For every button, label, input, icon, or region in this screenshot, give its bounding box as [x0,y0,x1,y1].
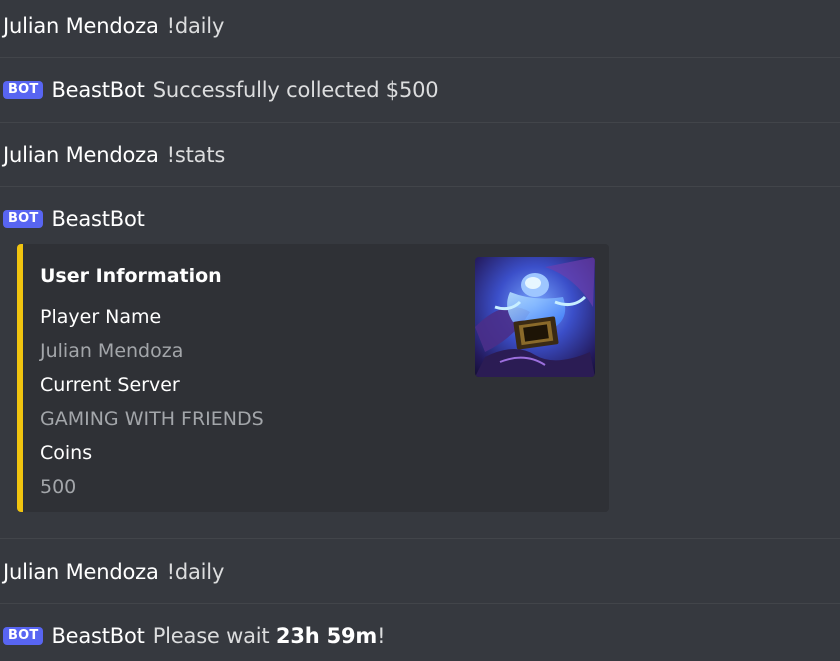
field-value-coins: 500 [40,476,77,498]
message-text: !stats [166,143,226,167]
bot-badge: BOT [3,627,44,645]
author-name[interactable]: Julian Mendoza [3,14,159,38]
author-name[interactable]: Julian Mendoza [3,143,159,167]
message-divider [0,186,840,187]
message-text: Please wait 23h 59m! [153,624,386,648]
author-name[interactable]: Julian Mendoza [3,560,159,584]
stats-embed: User Information Player Name Julian Mend… [17,244,609,512]
message-row: Julian Mendoza !daily [0,8,840,44]
embed-thumbnail[interactable] [475,257,595,377]
message-text: !daily [166,14,225,38]
message-row: Julian Mendoza !stats [0,137,840,173]
message-row: BOT BeastBot Successfully collected $500 [0,72,840,108]
embed-title: User Information [40,265,222,287]
fantasy-character-artwork-icon [475,257,595,377]
author-name[interactable]: BeastBot [51,624,144,648]
bot-badge: BOT [3,210,44,228]
field-name-coins: Coins [40,442,93,464]
field-name-server: Current Server [40,374,180,396]
message-divider [0,538,840,539]
author-name[interactable]: BeastBot [51,78,144,102]
message-text: Successfully collected $500 [152,78,439,102]
message-text-suffix: ! [377,624,386,648]
message-text: !daily [166,560,225,584]
message-text-prefix: Please wait [152,624,276,648]
message-divider [0,122,840,123]
message-row: BOT BeastBot [0,201,840,237]
field-value-server: GAMING WITH FRIENDS [40,408,264,430]
author-name[interactable]: BeastBot [51,207,144,231]
message-row: BOT BeastBot Please wait 23h 59m! [0,618,840,654]
cooldown-time: 23h 59m [275,624,378,648]
message-divider [0,57,840,58]
field-name-player: Player Name [40,306,162,328]
message-row: Julian Mendoza !daily [0,554,840,590]
message-divider [0,603,840,604]
field-value-player: Julian Mendoza [40,340,184,362]
bot-badge: BOT [3,81,44,99]
